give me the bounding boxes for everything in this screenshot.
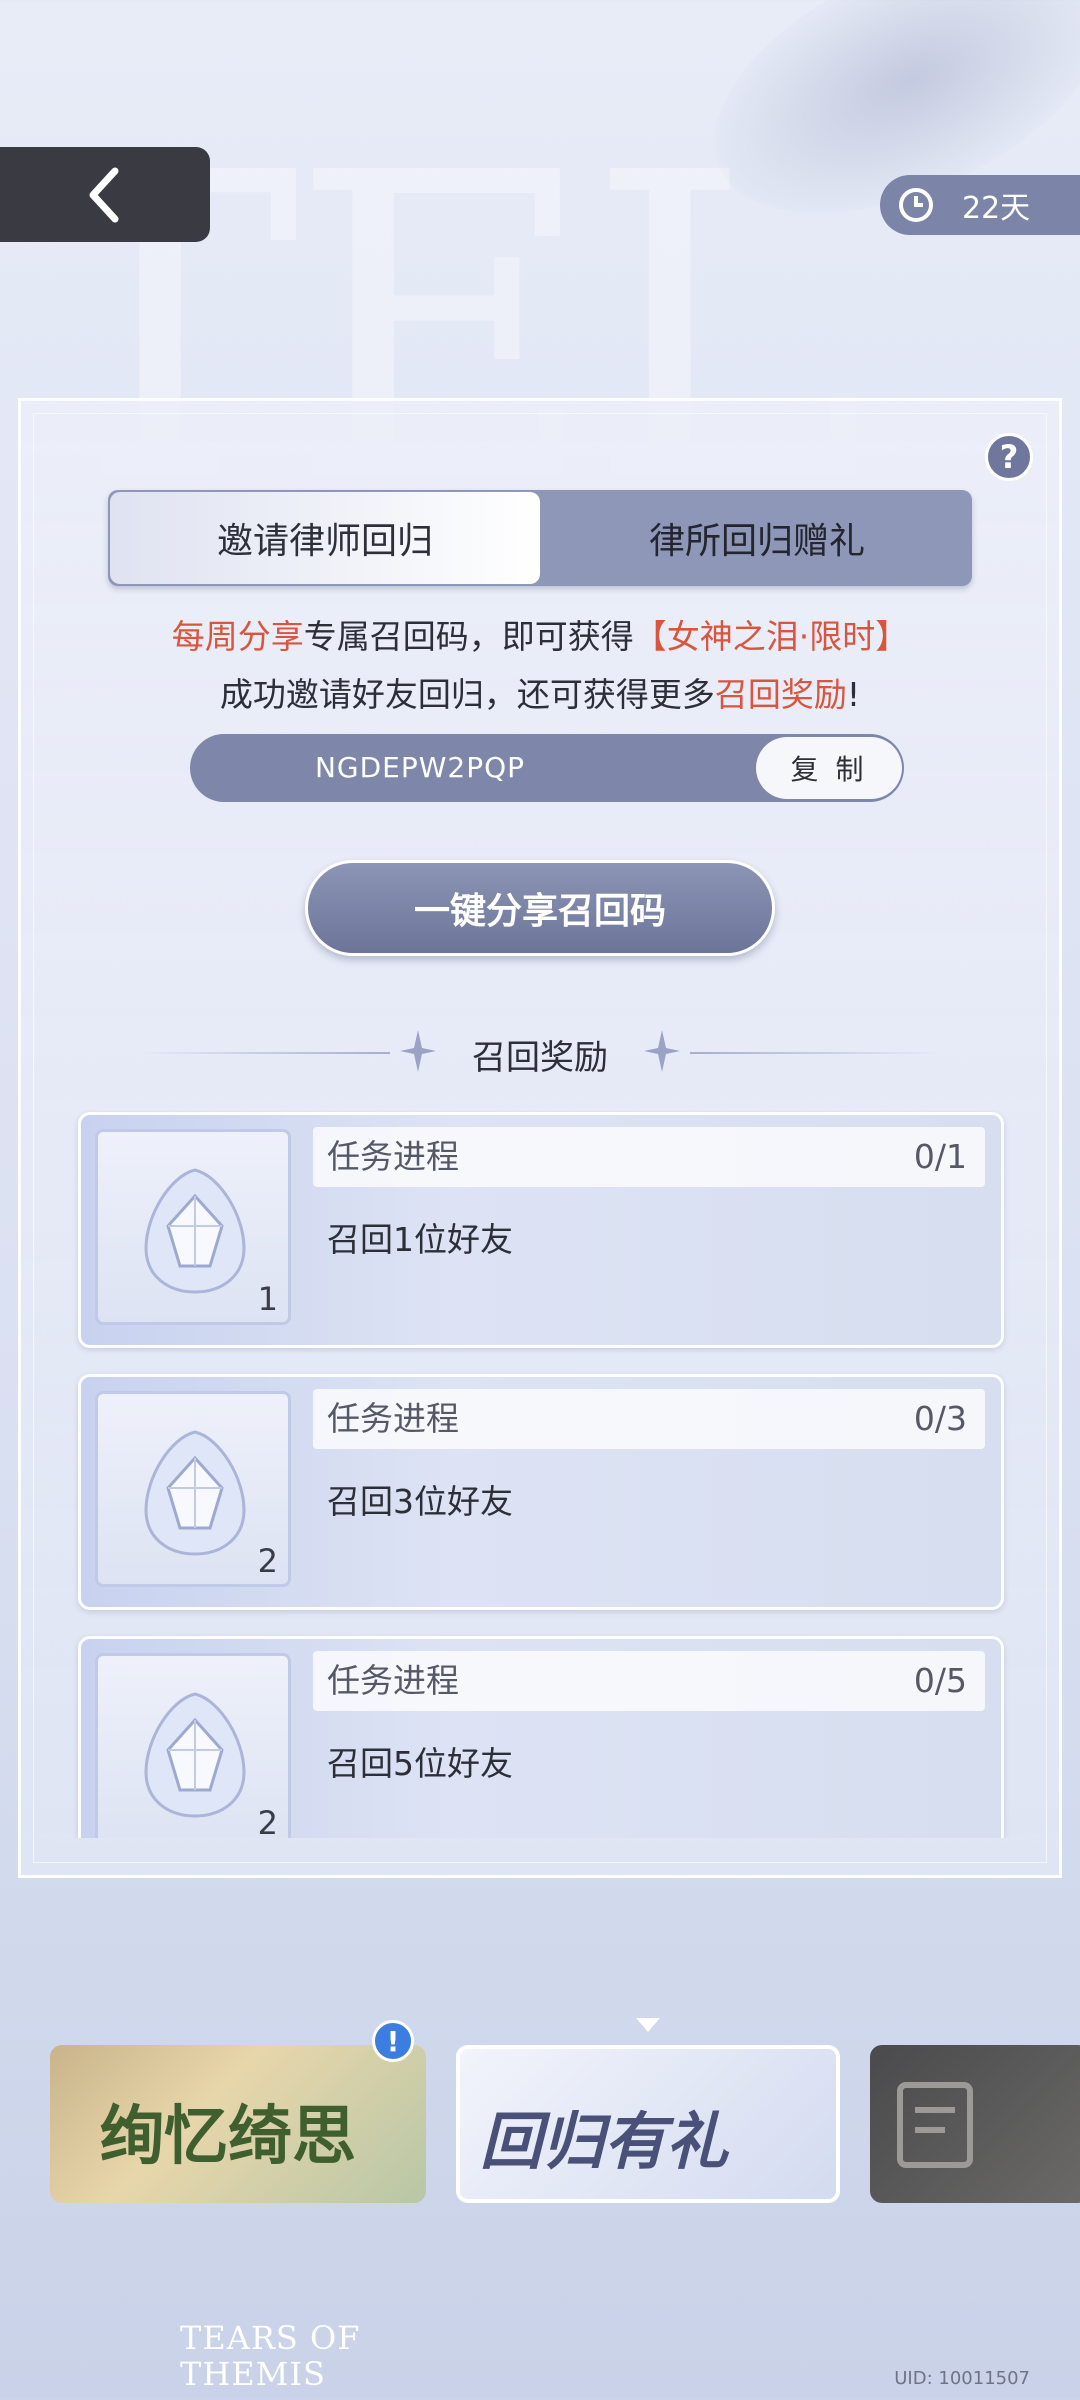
- recall-code: NGDEPW2PQP: [314, 751, 526, 784]
- reward-quantity: 1: [257, 1280, 278, 1318]
- progress-value: 0/5: [913, 1661, 967, 1700]
- banner-title: 绚忆绮思: [100, 2099, 356, 2174]
- copy-button[interactable]: 复 制: [756, 737, 902, 799]
- description-line-1: 每周分享专属召回码，即可获得【女神之泪·限时】: [0, 610, 1080, 658]
- game-logo: TEARS OF THEMIS: [180, 2320, 360, 2392]
- task-progress-bar: 任务进程 0/1: [313, 1127, 985, 1187]
- reward-item[interactable]: 2: [95, 1653, 291, 1838]
- progress-label: 任务进程: [327, 1661, 459, 1700]
- tab-invite-lawyer[interactable]: 邀请律师回归: [110, 492, 540, 584]
- tear-gem-icon: [144, 1692, 246, 1818]
- task-card: 2 任务进程 0/5 召回5位好友: [78, 1636, 1004, 1838]
- task-list[interactable]: 1 任务进程 0/1 召回1位好友 2 任务进程 0/3 召回3位好友 2 任务…: [60, 1110, 1020, 1838]
- tab-label: 邀请律师回归: [216, 521, 433, 562]
- logo-line: THEMIS: [180, 2355, 326, 2393]
- event-timer: 22天: [880, 175, 1080, 235]
- reward-item[interactable]: 2: [95, 1391, 291, 1587]
- tab-label: 律所回归赠礼: [648, 521, 865, 562]
- description-text: !: [846, 675, 861, 714]
- tab-return-gift[interactable]: 律所回归赠礼: [542, 490, 972, 586]
- task-progress-bar: 任务进程 0/3: [313, 1389, 985, 1449]
- event-banner-memory[interactable]: 绚忆绮思: [50, 2045, 426, 2203]
- timer-value: 22天: [962, 191, 1031, 226]
- reward-quantity: 2: [257, 1804, 278, 1838]
- description-line-2: 成功邀请好友回归，还可获得更多召回奖励!: [0, 668, 1080, 716]
- event-banner-carousel[interactable]: 绚忆绮思 回归有礼: [0, 2035, 1080, 2215]
- task-title: 召回3位好友: [327, 1482, 513, 1521]
- question-icon: ?: [999, 438, 1019, 476]
- progress-label: 任务进程: [327, 1399, 459, 1438]
- progress-value: 0/3: [913, 1399, 967, 1438]
- task-title: 召回1位好友: [327, 1220, 513, 1259]
- help-button[interactable]: ?: [985, 433, 1033, 481]
- section-title-recall-rewards: 召回奖励: [472, 1038, 608, 1078]
- document-icon: [897, 2082, 973, 2168]
- tear-gem-icon: [144, 1168, 246, 1294]
- banner-title: 回归有礼: [480, 2105, 729, 2178]
- task-card: 1 任务进程 0/1 召回1位好友: [78, 1112, 1004, 1348]
- back-button[interactable]: [0, 147, 210, 242]
- task-card: 2 任务进程 0/3 召回3位好友: [78, 1374, 1004, 1610]
- progress-label: 任务进程: [327, 1137, 459, 1176]
- weekly-share-text: 每周分享: [171, 617, 304, 656]
- recall-reward-text: 召回奖励: [714, 675, 847, 714]
- description-text: 专属召回码，即可获得: [303, 617, 634, 656]
- event-banner-return-gift[interactable]: 回归有礼: [456, 2045, 840, 2203]
- logo-line: TEARS OF: [180, 2319, 361, 2357]
- reward-quantity: 2: [257, 1542, 278, 1580]
- progress-value: 0/1: [913, 1137, 967, 1176]
- user-id: UID: 10011507: [894, 2368, 1030, 2389]
- event-banner-other[interactable]: [870, 2045, 1080, 2203]
- clock-icon: [899, 188, 933, 222]
- share-code-button[interactable]: 一键分享召回码: [305, 860, 775, 956]
- reward-item[interactable]: 1: [95, 1129, 291, 1325]
- chevron-left-icon: [89, 167, 119, 222]
- description-text: 成功邀请好友回归，还可获得更多: [219, 675, 715, 714]
- tear-gem-icon: [144, 1430, 246, 1556]
- selected-banner-pointer: [636, 2018, 660, 2032]
- task-progress-bar: 任务进程 0/5: [313, 1651, 985, 1711]
- task-title: 召回5位好友: [327, 1744, 513, 1783]
- new-alert-badge: !: [372, 2020, 414, 2062]
- tab-bar: 邀请律师回归 律所回归赠礼: [108, 490, 972, 586]
- reward-name-text: 【女神之泪·限时】: [633, 617, 909, 656]
